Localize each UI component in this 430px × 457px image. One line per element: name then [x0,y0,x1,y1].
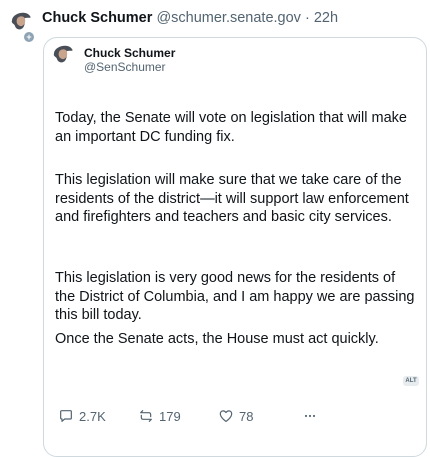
action-bar: 2.7K 179 78 [58,405,418,427]
post-paragraph: Once the Senate acts, the House must act… [55,331,379,347]
author-handle[interactable]: @schumer.senate.gov [156,10,301,26]
more-icon [304,414,316,418]
retweet-button[interactable]: 179 [138,405,181,427]
more-options-button[interactable] [302,405,318,427]
timestamp[interactable]: 22h [314,10,338,26]
post-paragraph: This legislation is very good news for t… [55,270,415,323]
quoted-avatar[interactable] [48,39,78,69]
avatar-portrait-icon [49,40,77,68]
reply-icon [60,410,72,422]
quoted-author-handle[interactable]: @SenSchumer [84,60,166,74]
post-paragraph: This legislation will make sure that we … [55,172,409,225]
retweet-icon [140,410,152,422]
like-count: 78 [239,408,254,424]
quoted-author-name[interactable]: Chuck Schumer [84,46,175,60]
post-paragraph: Today, the Senate will vote on legislati… [55,110,407,145]
follow-plus-icon[interactable]: + [24,32,34,42]
retweet-count: 179 [159,408,181,424]
reply-count: 2.7K [79,408,106,424]
tweet-header: Chuck Schumer @schumer.senate.gov · 22h [42,10,338,26]
reply-button[interactable]: 2.7K [58,405,106,427]
author-name[interactable]: Chuck Schumer [42,10,152,26]
alt-text-badge[interactable]: ALT [403,376,419,386]
separator-dot: · [304,10,310,26]
heart-icon [219,410,233,422]
quoted-post-card[interactable] [43,37,427,457]
like-button[interactable]: 78 [218,405,253,427]
